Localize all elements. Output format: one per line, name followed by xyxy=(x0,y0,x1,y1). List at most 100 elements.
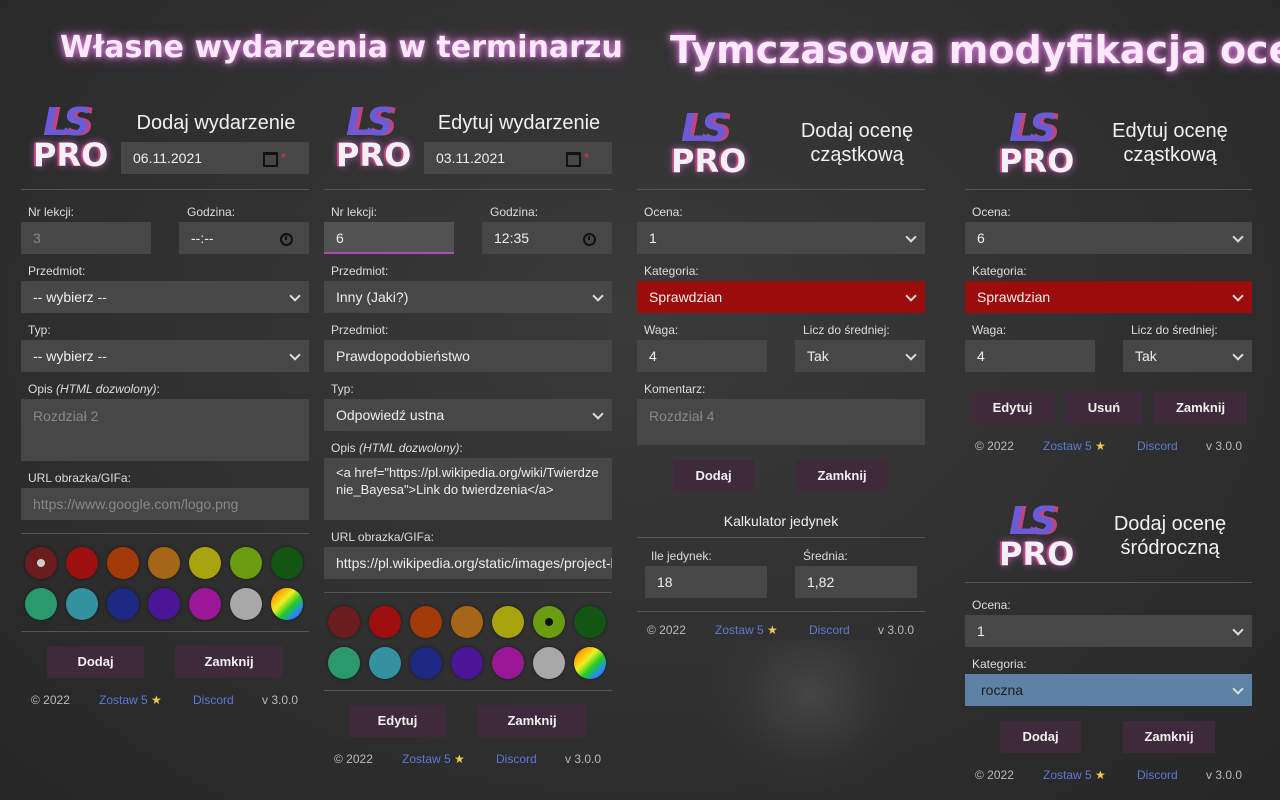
delete-button[interactable]: Usuń xyxy=(1066,392,1142,424)
color-swatch[interactable] xyxy=(107,588,139,620)
category-label: Kategoria: xyxy=(972,657,1027,671)
color-swatch[interactable] xyxy=(66,588,98,620)
color-swatch[interactable] xyxy=(230,547,262,579)
grade-label: Ocena: xyxy=(972,598,1011,612)
discord-link[interactable]: Discord xyxy=(1137,439,1178,453)
url-label: URL obrazka/GIFa: xyxy=(331,530,434,544)
color-swatch[interactable] xyxy=(271,547,303,579)
divider xyxy=(21,631,309,632)
close-button[interactable]: Zamknij xyxy=(1154,392,1247,424)
rate-link[interactable]: Zostaw 5 ★ xyxy=(1043,439,1106,453)
close-button[interactable]: Zamknij xyxy=(478,705,586,737)
rate-link[interactable]: Zostaw 5 ★ xyxy=(402,752,465,766)
footer-copyright: © 2022 xyxy=(975,439,1014,453)
color-swatch[interactable] xyxy=(492,647,524,679)
rate-link[interactable]: Zostaw 5 ★ xyxy=(715,623,778,637)
color-swatch[interactable] xyxy=(66,547,98,579)
color-swatch[interactable] xyxy=(148,588,180,620)
subject-select[interactable]: Inny (Jaki?) xyxy=(324,281,612,313)
rate-link[interactable]: Zostaw 5 ★ xyxy=(99,693,162,707)
color-swatch[interactable] xyxy=(25,588,57,620)
add-button[interactable]: Dodaj xyxy=(1000,721,1081,753)
weight-input[interactable]: 4 xyxy=(637,340,767,372)
average-label: Licz do średniej: xyxy=(1131,323,1218,337)
color-swatch[interactable] xyxy=(410,647,442,679)
color-swatch[interactable] xyxy=(533,647,565,679)
color-swatch[interactable] xyxy=(328,647,360,679)
clock-icon[interactable] xyxy=(280,233,293,246)
discord-link[interactable]: Discord xyxy=(1137,768,1178,782)
average-label: Licz do średniej: xyxy=(803,323,890,337)
footer-copyright: © 2022 xyxy=(334,752,373,766)
calendar-icon[interactable] xyxy=(263,152,278,167)
category-select[interactable]: Sprawdzian xyxy=(637,281,925,313)
category-select[interactable]: roczna xyxy=(965,674,1252,706)
background-photo xyxy=(700,640,920,800)
url-input[interactable]: https://www.google.com/logo.png xyxy=(21,488,309,520)
url-input[interactable]: https://pl.wikipedia.org/static/images/p… xyxy=(324,547,612,579)
grade-select[interactable]: 1 xyxy=(965,615,1252,647)
subject-select[interactable]: -- wybierz -- xyxy=(21,281,309,313)
panel-edit-event: LS PRO Edytuj wydarzenie 03.11.2021 * Nr… xyxy=(324,100,612,800)
desc-textarea[interactable]: Rozdział 2 xyxy=(21,399,309,461)
color-swatch[interactable] xyxy=(271,588,303,620)
rate-link[interactable]: Zostaw 5 ★ xyxy=(1043,768,1106,782)
category-select[interactable]: Sprawdzian xyxy=(965,281,1252,313)
color-swatch[interactable] xyxy=(533,606,565,638)
color-swatch[interactable] xyxy=(328,606,360,638)
logo-pro: PRO xyxy=(999,535,1075,573)
selected-dot-icon xyxy=(37,559,45,567)
discord-link[interactable]: Discord xyxy=(809,623,850,637)
type-select[interactable]: Odpowiedź ustna xyxy=(324,399,612,431)
divider xyxy=(637,611,925,612)
color-swatch[interactable] xyxy=(492,606,524,638)
ones-input[interactable]: 18 xyxy=(645,566,767,598)
average-select[interactable]: Tak xyxy=(1123,340,1252,372)
color-swatch[interactable] xyxy=(148,547,180,579)
color-swatch[interactable] xyxy=(25,547,57,579)
footer-version: v 3.0.0 xyxy=(1206,768,1243,782)
required-star-icon: * xyxy=(281,150,287,165)
type-label: Typ: xyxy=(28,323,51,337)
add-button[interactable]: Dodaj xyxy=(47,646,144,678)
grade-select[interactable]: 6 xyxy=(965,222,1252,254)
desc-textarea[interactable]: <a href="https://pl.wikipedia.org/wiki/T… xyxy=(324,458,612,520)
panel-title: Edytuj wydarzenie xyxy=(437,112,601,134)
color-swatch[interactable] xyxy=(107,547,139,579)
color-swatch[interactable] xyxy=(410,606,442,638)
weight-label: Waga: xyxy=(972,323,1007,337)
footer-version: v 3.0.0 xyxy=(565,752,602,766)
comment-textarea[interactable]: Rozdział 4 xyxy=(637,399,925,445)
nr-input[interactable]: 6 xyxy=(324,222,454,254)
color-swatch[interactable] xyxy=(451,606,483,638)
discord-link[interactable]: Discord xyxy=(496,752,537,766)
discord-link[interactable]: Discord xyxy=(193,693,234,707)
close-button[interactable]: Zamknij xyxy=(175,646,283,678)
color-swatch[interactable] xyxy=(369,647,401,679)
calc-title: Kalkulator jedynek xyxy=(723,513,839,529)
edit-button[interactable]: Edytuj xyxy=(971,392,1054,424)
color-swatch[interactable] xyxy=(574,647,606,679)
add-button[interactable]: Dodaj xyxy=(673,460,754,492)
type-select[interactable]: -- wybierz -- xyxy=(21,340,309,372)
panel-title: Dodaj ocenę śródroczną xyxy=(1113,513,1227,559)
clock-icon[interactable] xyxy=(583,233,596,246)
weight-label: Waga: xyxy=(644,323,679,337)
color-swatch[interactable] xyxy=(230,588,262,620)
color-swatch[interactable] xyxy=(451,647,483,679)
custom-subject-input[interactable]: Prawdopodobieństwo xyxy=(324,340,612,372)
grade-label: Ocena: xyxy=(644,205,683,219)
color-swatch[interactable] xyxy=(189,547,221,579)
grade-select[interactable]: 1 xyxy=(637,222,925,254)
color-swatch[interactable] xyxy=(189,588,221,620)
color-swatch[interactable] xyxy=(574,606,606,638)
mean-output: 1,82 xyxy=(795,566,917,598)
edit-button[interactable]: Edytuj xyxy=(349,705,446,737)
calendar-icon[interactable] xyxy=(566,152,581,167)
weight-input[interactable]: 4 xyxy=(965,340,1095,372)
nr-input[interactable]: 3 xyxy=(21,222,151,254)
color-swatch[interactable] xyxy=(369,606,401,638)
close-button[interactable]: Zamknij xyxy=(796,460,888,492)
close-button[interactable]: Zamknij xyxy=(1123,721,1215,753)
average-select[interactable]: Tak xyxy=(795,340,925,372)
